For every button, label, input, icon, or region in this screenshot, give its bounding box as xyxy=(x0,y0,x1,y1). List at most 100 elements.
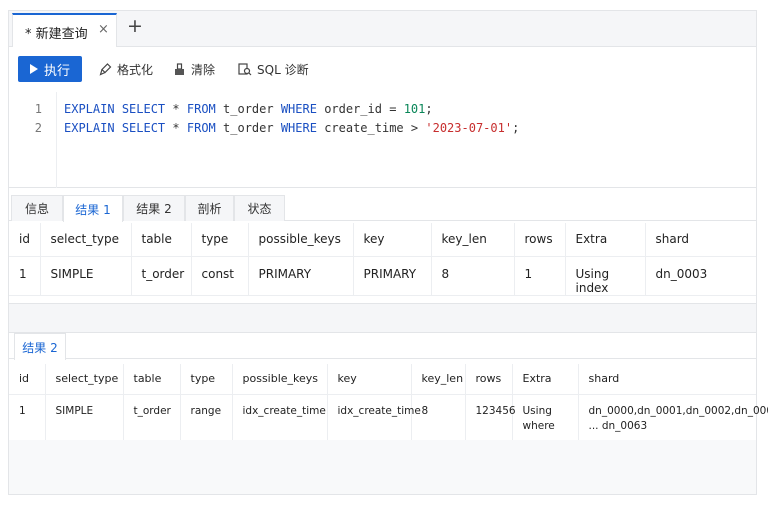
tab-status[interactable]: 状态 xyxy=(234,195,285,221)
table-cell: Using index xyxy=(565,256,646,296)
column-header[interactable]: key xyxy=(327,364,412,395)
table-cell: t_order xyxy=(131,256,192,296)
result-1-table: id select_type table type possible_keys … xyxy=(9,223,756,296)
operator: * xyxy=(172,102,180,116)
table-cell: 1 xyxy=(514,256,566,296)
run-button-label: 执行 xyxy=(43,63,70,79)
identifier: t_order xyxy=(223,102,274,116)
column-header[interactable]: table xyxy=(131,223,192,257)
column-header[interactable]: rows xyxy=(465,364,513,395)
keyword: FROM xyxy=(186,121,216,135)
play-icon xyxy=(29,64,38,74)
tab-profile[interactable]: 剖析 xyxy=(185,195,234,221)
table-row[interactable]: 1 SIMPLE t_order const PRIMARY PRIMARY 8… xyxy=(9,256,756,296)
operator: * xyxy=(172,121,180,135)
section-divider xyxy=(9,303,756,333)
result-2-table: id select_type table type possible_keys … xyxy=(9,364,768,442)
result-2-tab-bar: 结果 2 xyxy=(9,333,756,360)
table-row[interactable]: 1 SIMPLE t_order range idx_create_time i… xyxy=(9,394,768,442)
identifier: t_order xyxy=(223,121,274,135)
keyword: WHERE xyxy=(280,102,317,116)
table-cell: idx_create_time xyxy=(327,394,421,442)
tab-info[interactable]: 信息 xyxy=(11,195,63,221)
line-number-gutter: 1 2 xyxy=(9,92,57,188)
table-cell: t_order xyxy=(123,394,181,442)
toolbar: 执行 格式化 清除 SQL 诊断 xyxy=(9,48,756,92)
diagnose-icon xyxy=(238,63,252,76)
code-line-2[interactable]: EXPLAIN SELECT * FROM t_order WHERE crea… xyxy=(64,121,519,135)
line-number: 2 xyxy=(34,121,42,135)
keyword: EXPLAIN xyxy=(64,121,115,135)
column-header[interactable]: key xyxy=(353,223,432,257)
close-icon[interactable]: × xyxy=(98,22,109,37)
column-header[interactable]: Extra xyxy=(565,223,646,257)
query-window: * 新建查询 × + 执行 格式化 清除 SQL 诊断 1 2 EXPLAIN … xyxy=(8,10,768,495)
column-header[interactable]: shard xyxy=(645,223,756,257)
keyword: SELECT xyxy=(121,102,166,116)
column-header[interactable]: possible_keys xyxy=(248,223,354,257)
clear-button-label: 清除 xyxy=(191,63,216,77)
column-header[interactable]: shard xyxy=(578,364,756,395)
table-cell: dn_0000,dn_0001,dn_0002,dn_0003 ... dn_0… xyxy=(578,394,768,442)
keyword: FROM xyxy=(186,102,216,116)
keyword: WHERE xyxy=(280,121,317,135)
column-header[interactable]: key_len xyxy=(411,364,466,395)
clear-button[interactable]: 清除 xyxy=(173,61,215,78)
tab-label: * 新建查询 xyxy=(25,27,88,42)
terminator: ; xyxy=(512,121,520,135)
operator: = xyxy=(389,102,397,116)
tab-result-1[interactable]: 结果 1 xyxy=(63,195,123,222)
tab-new-query[interactable]: * 新建查询 × xyxy=(12,13,117,47)
table-cell: 1 xyxy=(9,394,46,442)
sql-diagnose-button[interactable]: SQL 诊断 xyxy=(238,61,309,78)
line-number: 1 xyxy=(34,102,42,116)
column-header[interactable]: type xyxy=(191,223,249,257)
string-literal: '2023-07-01' xyxy=(425,121,513,135)
add-tab-icon[interactable]: + xyxy=(127,15,143,37)
format-button[interactable]: 格式化 xyxy=(99,61,153,78)
table-header-row: id select_type table type possible_keys … xyxy=(9,223,756,257)
table-cell: dn_0003 xyxy=(645,256,756,296)
column-header[interactable]: select_type xyxy=(45,364,124,395)
empty-result-area xyxy=(9,440,756,494)
result-tabs: 信息 结果 1 结果 2 剖析 状态 xyxy=(9,195,756,222)
column-header[interactable]: select_type xyxy=(40,223,132,257)
column-header[interactable]: table xyxy=(123,364,181,395)
identifier: order_id xyxy=(324,102,382,116)
sql-diagnose-label: SQL 诊断 xyxy=(257,63,309,77)
table-cell: const xyxy=(191,256,249,296)
table-header-row: id select_type table type possible_keys … xyxy=(9,364,756,395)
tab-result-2-panel[interactable]: 结果 2 xyxy=(14,333,66,360)
number-literal: 101 xyxy=(403,102,426,116)
column-header[interactable]: possible_keys xyxy=(232,364,328,395)
tab-result-2[interactable]: 结果 2 xyxy=(123,195,185,221)
table-cell: PRIMARY xyxy=(353,256,432,296)
column-header[interactable]: id xyxy=(9,223,41,257)
table-cell: PRIMARY xyxy=(248,256,354,296)
table-cell: SIMPLE xyxy=(45,394,124,442)
column-header[interactable]: type xyxy=(180,364,233,395)
format-brush-icon xyxy=(99,63,112,76)
operator: > xyxy=(410,121,419,135)
identifier: create_time xyxy=(324,121,404,135)
sql-editor[interactable]: 1 2 EXPLAIN SELECT * FROM t_order WHERE … xyxy=(9,92,756,188)
format-button-label: 格式化 xyxy=(117,63,154,77)
table-cell: 123456 xyxy=(465,394,516,442)
column-header[interactable]: id xyxy=(9,364,46,395)
terminator: ; xyxy=(425,102,433,116)
keyword: SELECT xyxy=(121,121,166,135)
tab-bar: * 新建查询 × + xyxy=(9,11,756,47)
keyword: EXPLAIN xyxy=(64,102,115,116)
column-header[interactable]: key_len xyxy=(431,223,515,257)
table-cell: 1 xyxy=(9,256,41,296)
table-cell: 8 xyxy=(431,256,515,296)
table-cell: range xyxy=(180,394,233,442)
table-cell: Using where xyxy=(512,394,579,442)
table-cell: idx_create_time xyxy=(232,394,328,442)
table-cell: SIMPLE xyxy=(40,256,132,296)
code-line-1[interactable]: EXPLAIN SELECT * FROM t_order WHERE orde… xyxy=(64,102,433,116)
column-header[interactable]: Extra xyxy=(512,364,579,395)
column-header[interactable]: rows xyxy=(514,223,566,257)
run-button[interactable]: 执行 xyxy=(18,56,82,82)
eraser-icon xyxy=(175,63,184,75)
